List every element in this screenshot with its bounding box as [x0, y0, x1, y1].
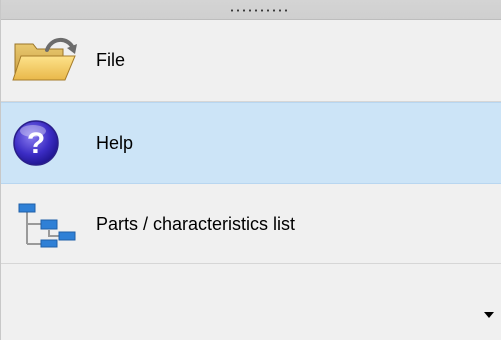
- nav-item-file[interactable]: File: [1, 20, 501, 102]
- nav-item-help[interactable]: ? Help: [1, 102, 501, 184]
- folder-open-icon: [11, 36, 81, 84]
- panel-empty-area: [1, 264, 501, 340]
- navigation-panel: File ? Help Parts / characteristics list: [0, 0, 501, 340]
- panel-grip-bar[interactable]: [1, 0, 501, 20]
- nav-item-file-label: File: [96, 50, 126, 70]
- tree-hierarchy-icon: [11, 200, 81, 248]
- help-question-icon: ?: [11, 119, 81, 167]
- svg-text:?: ?: [27, 127, 45, 160]
- grip-handle-icon[interactable]: [229, 9, 291, 12]
- nav-item-parts-characteristics-list[interactable]: Parts / characteristics list: [1, 184, 501, 264]
- nav-item-help-label: Help: [96, 133, 134, 153]
- nav-item-parts-label: Parts / characteristics list: [96, 214, 296, 234]
- chevron-down-icon[interactable]: [484, 312, 494, 318]
